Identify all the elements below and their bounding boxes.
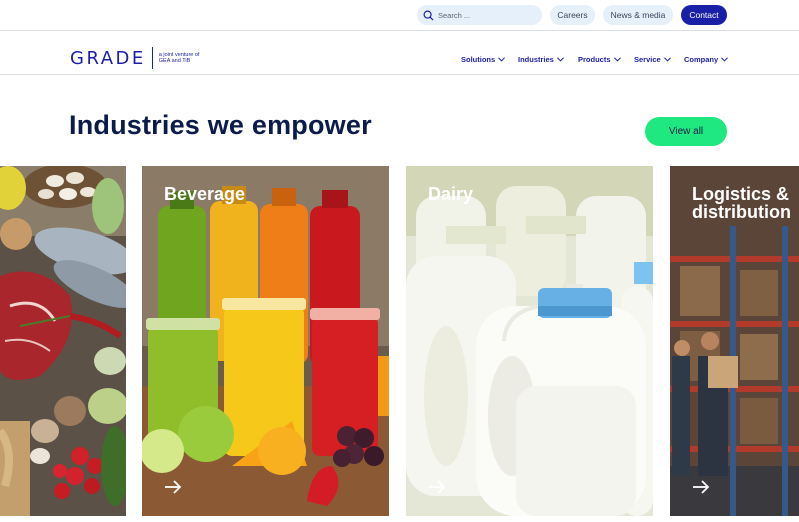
industry-card-logistics[interactable]: Logistics & distribution	[670, 166, 799, 516]
chevron-down-icon	[721, 57, 729, 62]
beverage-photo	[142, 166, 389, 516]
nav-products[interactable]: Products	[578, 55, 621, 64]
arrow-right-icon	[429, 480, 446, 494]
arrow-right-icon	[165, 480, 182, 494]
nav-label: Company	[684, 55, 719, 64]
nav-label: Products	[578, 55, 611, 64]
search-input[interactable]	[438, 10, 533, 20]
logo-wordmark: GRADE	[70, 47, 146, 69]
logo-divider	[151, 47, 153, 69]
industry-card-dairy[interactable]: Dairy	[406, 166, 653, 516]
card-label: Beverage	[164, 184, 246, 204]
nav-service[interactable]: Service	[634, 55, 671, 64]
search-icon	[423, 10, 434, 21]
main-header: GRADE a joint venture of GEA and TiB Sol…	[0, 31, 799, 75]
card-label: Logistics & distribution	[692, 184, 791, 222]
view-all-button[interactable]: View all	[645, 117, 727, 146]
nav-company[interactable]: Company	[684, 55, 729, 64]
food-photo	[0, 166, 126, 516]
logo-tagline: a joint venture of GEA and TiB	[158, 52, 200, 64]
industry-card-beverage[interactable]: Beverage	[142, 166, 389, 516]
search-box[interactable]	[417, 5, 542, 25]
utility-bar: Careers News & media Contact	[0, 0, 799, 31]
dairy-photo	[406, 166, 653, 516]
chevron-down-icon	[663, 57, 671, 62]
nav-industries[interactable]: Industries	[518, 55, 564, 64]
card-label: Dairy	[428, 184, 474, 204]
industry-card-food[interactable]	[0, 166, 126, 516]
section-title: Industries we empower	[69, 110, 372, 140]
chevron-down-icon	[613, 57, 621, 62]
grade-logo[interactable]: GRADE a joint venture of GEA and TiB	[70, 47, 201, 69]
nav-label: Industries	[518, 55, 554, 64]
arrow-right-icon	[693, 480, 710, 494]
nav-label: Service	[634, 55, 661, 64]
chevron-down-icon	[498, 57, 506, 62]
nav-label: Solutions	[461, 55, 496, 64]
careers-link[interactable]: Careers	[550, 5, 595, 25]
chevron-down-icon	[556, 57, 564, 62]
news-media-link[interactable]: News & media	[603, 5, 673, 25]
nav-solutions[interactable]: Solutions	[461, 55, 506, 64]
contact-button[interactable]: Contact	[681, 5, 727, 25]
